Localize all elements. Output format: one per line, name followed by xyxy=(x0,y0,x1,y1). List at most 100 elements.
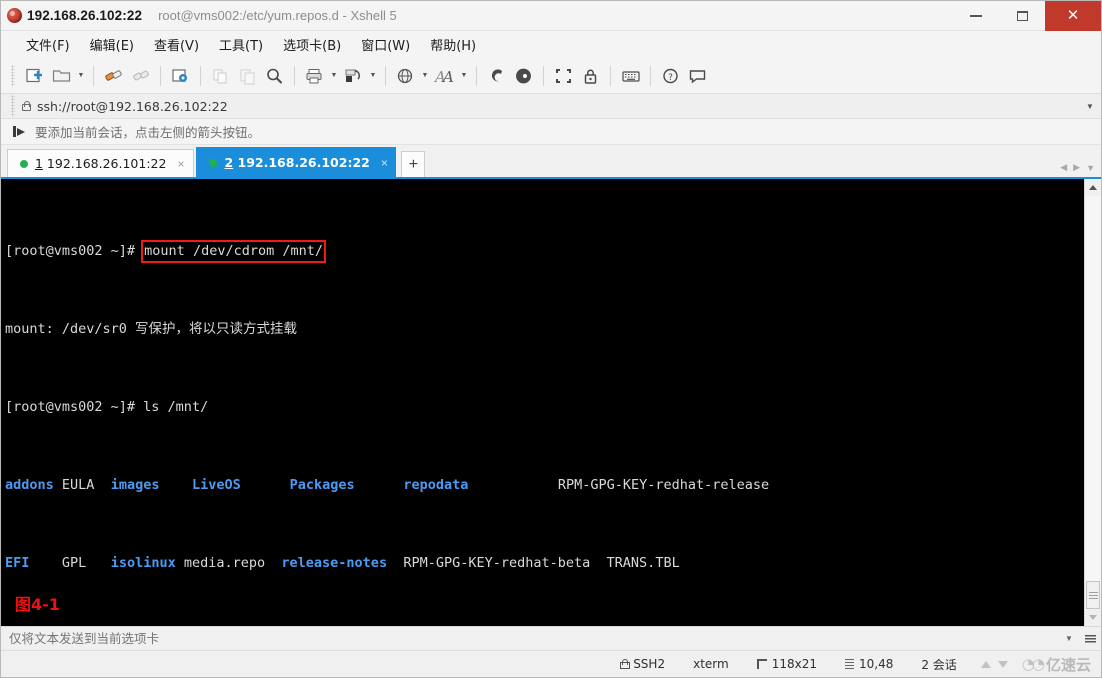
send-options-button[interactable] xyxy=(1079,634,1101,643)
add-session-arrow-icon[interactable] xyxy=(13,125,27,138)
send-target-dropdown-icon[interactable]: ▼ xyxy=(1059,634,1079,643)
ssh-tunnel-icon xyxy=(491,68,502,81)
lock-icon xyxy=(620,659,631,669)
tab-list-menu-icon[interactable]: ▼ xyxy=(1086,163,1095,173)
maximize-button[interactable] xyxy=(999,1,1045,31)
tab-session-2[interactable]: 2 192.168.26.102:22 × xyxy=(196,147,397,177)
ls-entry: isolinux xyxy=(110,554,176,571)
highlight-cmd-mount: mount /dev/cdrom /mnt/ xyxy=(141,239,326,263)
ls-entry: TRANS.TBL xyxy=(606,554,680,571)
scroll-down-icon xyxy=(1089,615,1097,620)
minimize-icon xyxy=(970,14,982,17)
connection-status-dot xyxy=(209,158,218,167)
font-button[interactable]: A A xyxy=(431,62,458,90)
tab-bar: 1 192.168.26.101:22 × 2 192.168.26.102:2… xyxy=(1,145,1101,177)
menu-window[interactable]: 窗口(W) xyxy=(352,32,419,57)
scroll-thumb[interactable] xyxy=(1086,581,1100,609)
address-grip[interactable] xyxy=(11,95,15,117)
tab-navigation: ◀ ▶ ▼ xyxy=(1060,162,1095,173)
toolbar-separator xyxy=(610,65,611,86)
toolbar-grip[interactable] xyxy=(11,64,15,87)
tab-next-icon[interactable]: ▶ xyxy=(1073,162,1080,173)
sftp-button[interactable] xyxy=(510,62,537,90)
ssh-tunnel-button[interactable] xyxy=(483,62,510,90)
globe-caret[interactable]: ▼ xyxy=(419,62,431,90)
lock-button[interactable] xyxy=(577,62,604,90)
font-icon: A A xyxy=(434,68,454,85)
ls-entry: RPM-GPG-KEY-redhat-beta xyxy=(403,554,591,571)
ls-entry: media.repo xyxy=(183,554,266,571)
find-button[interactable] xyxy=(261,62,288,90)
tab-close-1[interactable]: × xyxy=(173,158,188,170)
toolbar-separator xyxy=(650,65,651,86)
print-button[interactable] xyxy=(301,62,328,90)
close-button[interactable]: ✕ xyxy=(1045,0,1101,31)
file-transfer-caret[interactable]: ▼ xyxy=(367,62,379,90)
status-size-label: 118x21 xyxy=(771,657,817,671)
toolbar-separator xyxy=(543,65,544,86)
toolbar-separator xyxy=(385,65,386,86)
terminal-output[interactable]: [root@vms002 ~]# mount /dev/cdrom /mnt/ … xyxy=(1,179,1084,626)
terminal-scrollbar[interactable] xyxy=(1084,179,1101,626)
xshell-window: 192.168.26.102:22 root@vms002:/etc/yum.r… xyxy=(0,0,1102,678)
paste-icon xyxy=(240,68,255,85)
file-transfer-button[interactable] xyxy=(340,62,367,90)
ls-entry: images xyxy=(110,476,160,493)
new-tab-button[interactable]: + xyxy=(401,151,426,177)
address-dropdown-icon[interactable]: ▼ xyxy=(1079,102,1101,111)
lock-icon xyxy=(584,69,597,84)
address-input[interactable]: ssh://root@192.168.26.102:22 xyxy=(21,99,1079,114)
terminal-area: [root@vms002 ~]# mount /dev/cdrom /mnt/ … xyxy=(1,177,1101,626)
menu-tabs[interactable]: 选项卡(B) xyxy=(274,32,350,57)
toolbar: ▼ ▼ ▼ ▼ A A ▼ ? xyxy=(1,58,1101,94)
tab-close-2[interactable]: × xyxy=(377,157,392,169)
print-caret[interactable]: ▼ xyxy=(328,62,340,90)
minimize-button[interactable] xyxy=(953,1,999,31)
help-button[interactable]: ? xyxy=(657,62,684,90)
disconnect-button[interactable] xyxy=(127,62,154,90)
menu-file[interactable]: 文件(F) xyxy=(17,32,79,57)
help-icon: ? xyxy=(663,68,678,83)
font-caret[interactable]: ▼ xyxy=(458,62,470,90)
menu-edit[interactable]: 编辑(E) xyxy=(81,32,143,57)
scroll-up-icon xyxy=(1089,185,1097,190)
resize-icon xyxy=(756,659,767,669)
terminal-line-ls-row2: EFI GPL isolinux media.repo release-note… xyxy=(5,554,1084,574)
session-properties-button[interactable] xyxy=(167,62,194,90)
send-text-input[interactable] xyxy=(1,626,1059,651)
scroll-grip-icon xyxy=(1088,591,1098,599)
globe-button[interactable] xyxy=(392,62,419,90)
open-folder-button[interactable] xyxy=(48,62,75,90)
paste-button[interactable] xyxy=(234,62,261,90)
feedback-button[interactable] xyxy=(684,62,711,90)
terminal-line-ls-mnt: [root@vms002 ~]# ls /mnt/ xyxy=(5,398,1084,418)
menu-view[interactable]: 查看(V) xyxy=(145,32,208,57)
ls-entry: repodata xyxy=(403,476,469,493)
status-terminal-type: xterm xyxy=(693,657,729,671)
new-session-button[interactable] xyxy=(21,62,48,90)
menu-help[interactable]: 帮助(H) xyxy=(421,32,485,57)
status-transfer-indicators xyxy=(971,660,1018,668)
keyboard-icon xyxy=(621,70,640,82)
prompt: [root@vms002 ~]# xyxy=(5,398,144,415)
scroll-up-button[interactable] xyxy=(1085,179,1101,196)
file-transfer-icon xyxy=(345,69,361,82)
connect-button[interactable] xyxy=(100,62,127,90)
copy-button[interactable] xyxy=(207,62,234,90)
session-properties-icon xyxy=(172,68,187,82)
scroll-track[interactable] xyxy=(1085,196,1101,609)
maximize-icon xyxy=(1016,10,1028,21)
connection-status-dot xyxy=(20,159,28,168)
scroll-down-button[interactable] xyxy=(1085,609,1101,626)
keyboard-button[interactable] xyxy=(617,62,644,90)
menu-tools[interactable]: 工具(T) xyxy=(210,32,272,57)
ls-entry: RPM-GPG-KEY-redhat-release xyxy=(557,476,770,493)
ls-entry: release-notes xyxy=(281,554,388,571)
tab-prev-icon[interactable]: ◀ xyxy=(1060,162,1067,173)
toolbar-separator xyxy=(200,65,201,86)
open-folder-caret[interactable]: ▼ xyxy=(75,62,87,90)
terminal-line-mount-msg: mount: /dev/sr0 写保护，将以只读方式挂载 xyxy=(5,320,298,337)
tab-session-1[interactable]: 1 192.168.26.101:22 × xyxy=(7,149,195,177)
sftp-icon xyxy=(515,68,531,83)
fullscreen-button[interactable] xyxy=(550,62,577,90)
